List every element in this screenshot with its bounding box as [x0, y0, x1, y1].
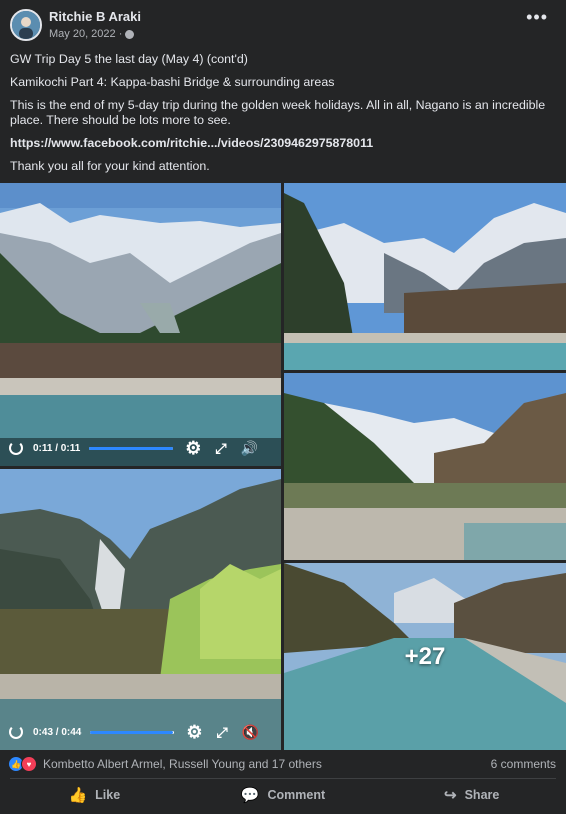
post-text: GW Trip Day 5 the last day (May 4) (cont… [10, 52, 556, 182]
post-closing: Thank you all for your kind attention. [10, 159, 210, 173]
progress-fill [89, 446, 174, 450]
replay-icon[interactable] [9, 441, 23, 455]
more-options-icon[interactable]: ••• [526, 8, 548, 26]
fullscreen-icon[interactable]: ⤢ [217, 724, 228, 741]
globe-icon [125, 29, 135, 39]
post-meta: May 20, 2022 · [49, 28, 135, 40]
comment-label: Comment [267, 788, 326, 802]
post-line: GW Trip Day 5 the last day (May 4) (cont… [10, 52, 248, 66]
avatar[interactable] [10, 9, 42, 41]
river-mountain-photo [284, 183, 566, 370]
share-label: Share [464, 788, 500, 802]
comment-icon: 💬 [240, 787, 260, 804]
replay-icon[interactable] [9, 725, 23, 739]
settings-gear-icon[interactable]: ⚙ [186, 723, 202, 741]
video-link[interactable]: https://www.facebook.com/ritchie.../vide… [10, 136, 373, 150]
forest-mountain-photo [0, 469, 281, 750]
comment-button[interactable]: 💬 Comment [189, 780, 378, 810]
reaction-names[interactable]: Kombetto Albert Armel, Russell Young and… [43, 757, 322, 771]
valley-trees-photo [284, 373, 566, 560]
photo-tile[interactable] [284, 183, 566, 370]
progress-fill [90, 730, 173, 734]
video-time: 0:11 / 0:11 [33, 442, 81, 454]
share-icon: ↪ [444, 787, 457, 804]
volume-icon[interactable]: 🔊 [241, 440, 258, 457]
reactions-bar: 👍 ♥ Kombetto Albert Armel, Russell Young… [8, 752, 558, 776]
post-line: Kamikochi Part 4: Kappa-bashi Bridge & s… [10, 75, 335, 89]
post-header: Ritchie B Araki May 20, 2022 · ••• [0, 0, 566, 46]
thumbs-up-icon: 👍 [68, 787, 88, 804]
share-button[interactable]: ↪ Share [377, 780, 566, 810]
video-player-1[interactable]: 0:11 / 0:11 ⚙ ⤢ 🔊 [0, 183, 281, 466]
post-date[interactable]: May 20, 2022 · [49, 28, 122, 40]
progress-bar[interactable] [89, 446, 174, 450]
more-photos-count[interactable]: +27 [284, 563, 566, 750]
media-grid: 0:11 / 0:11 ⚙ ⤢ 🔊 0:43 / 0:44 ⚙ ⤢ 🔇 +27 [0, 183, 566, 750]
video-controls: 0:43 / 0:44 ⚙ ⤢ 🔇 [0, 714, 281, 750]
author-name[interactable]: Ritchie B Araki [49, 9, 141, 24]
volume-muted-icon[interactable]: 🔇 [242, 724, 259, 741]
love-reaction-icon: ♥ [21, 756, 37, 772]
post-line: This is the end of my 5-day trip during … [10, 98, 546, 127]
mountain-valley-photo [0, 183, 281, 466]
like-label: Like [95, 788, 121, 802]
more-photos-tile[interactable]: +27 [284, 563, 566, 750]
settings-gear-icon[interactable]: ⚙ [185, 439, 201, 457]
video-player-2[interactable]: 0:43 / 0:44 ⚙ ⤢ 🔇 [0, 469, 281, 750]
divider [10, 778, 556, 779]
comments-count[interactable]: 6 comments [491, 757, 556, 771]
post-actions: 👍 Like 💬 Comment ↪ Share [0, 780, 566, 810]
like-button[interactable]: 👍 Like [0, 780, 189, 810]
fullscreen-icon[interactable]: ⤢ [215, 440, 226, 457]
video-time: 0:43 / 0:44 [33, 726, 82, 738]
video-controls: 0:11 / 0:11 ⚙ ⤢ 🔊 [0, 430, 281, 466]
progress-bar[interactable] [90, 730, 175, 734]
photo-tile[interactable] [284, 373, 566, 560]
